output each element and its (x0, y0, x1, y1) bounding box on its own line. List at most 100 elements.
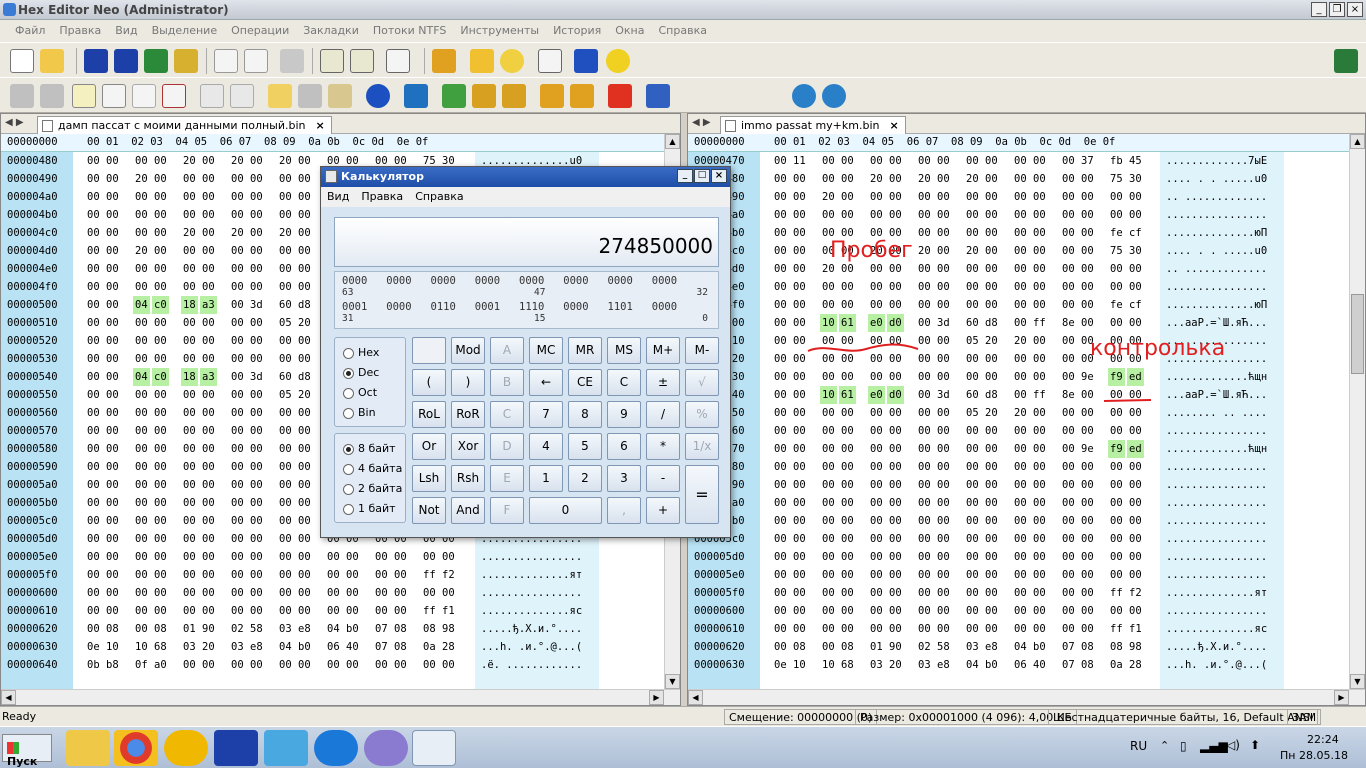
hex-byte[interactable]: 00 (1081, 314, 1094, 332)
hex-byte[interactable]: 00 (231, 422, 244, 440)
hex-byte[interactable]: 00 (279, 440, 292, 458)
hex-byte[interactable]: 00 (250, 224, 263, 242)
hex-byte[interactable]: 00 (889, 152, 902, 170)
hex-byte[interactable]: ff (1110, 620, 1123, 638)
row-ascii[interactable]: ................ (1166, 458, 1267, 476)
hex-byte[interactable]: e8 (985, 638, 998, 656)
scroll-down-icon[interactable]: ▼ (665, 674, 680, 689)
rol-key[interactable]: RoL (412, 401, 446, 428)
hex-byte[interactable]: 00 (327, 584, 340, 602)
hex-byte[interactable]: 00 (793, 314, 806, 332)
hex-byte[interactable]: 20 (918, 170, 931, 188)
jump-icon[interactable] (442, 84, 466, 108)
hex-byte[interactable]: 00 (1033, 260, 1046, 278)
hex-byte[interactable]: 90 (889, 638, 902, 656)
hex-row[interactable]: 0000054000001061e0d0003d60d800ff8e000000… (688, 386, 1349, 404)
horizontal-scrollbar[interactable]: ◀ ▶ (1, 689, 680, 705)
hex-byte[interactable]: 00 (841, 422, 854, 440)
lock-icon[interactable] (540, 84, 564, 108)
sqrt-key[interactable]: √ (685, 369, 719, 396)
undo-icon[interactable] (10, 84, 34, 108)
digit-5-key[interactable]: 5 (568, 433, 602, 460)
decimal-key[interactable]: , (607, 497, 641, 524)
hex-byte[interactable]: 00 (1081, 224, 1094, 242)
hex-byte[interactable]: 00 (279, 530, 292, 548)
hex-byte[interactable]: 00 (87, 152, 100, 170)
hex-byte[interactable]: 00 (202, 332, 215, 350)
hex-byte[interactable]: 60 (279, 368, 292, 386)
hex-byte[interactable]: 00 (183, 512, 196, 530)
hex-byte[interactable]: 00 (889, 188, 902, 206)
hex-byte[interactable]: 00 (1081, 242, 1094, 260)
hex-byte[interactable]: 00 (870, 188, 883, 206)
hex-byte[interactable]: 08 (154, 620, 167, 638)
hex-row[interactable]: 000004a000000000000000000000000000000000… (688, 206, 1349, 224)
hex-byte[interactable]: 00 (889, 206, 902, 224)
hex-byte[interactable]: 00 (1081, 530, 1094, 548)
floppy-icon[interactable] (214, 730, 258, 766)
or-key[interactable]: Or (412, 433, 446, 460)
hex-row[interactable]: 000005c000000000000000000000000000000000… (688, 530, 1349, 548)
hex-byte[interactable]: 00 (966, 224, 979, 242)
hex-byte[interactable]: 00 (231, 170, 244, 188)
explorer-icon[interactable] (66, 730, 110, 766)
hex-byte[interactable]: 00 (793, 512, 806, 530)
hex-byte[interactable]: 00 (870, 296, 883, 314)
hex-byte[interactable]: 00 (870, 152, 883, 170)
hex-byte[interactable]: f9 (1108, 368, 1125, 386)
close-button[interactable]: × (1347, 2, 1363, 17)
hex-row[interactable]: 0000058000000000000000000000000000000000… (688, 458, 1349, 476)
hex-byte[interactable]: 00 (793, 368, 806, 386)
hex-byte[interactable]: 00 (1129, 548, 1142, 566)
hex-row[interactable]: 000005f0 00 00 00 00 00 00 00 00 00 00 00 00 00 00 ff f2… (688, 584, 1349, 602)
hex-byte[interactable]: 00 (966, 584, 979, 602)
hex-byte[interactable]: 00 (375, 566, 388, 584)
hex-byte[interactable]: a3 (200, 296, 217, 314)
hex-byte[interactable]: ff (423, 566, 436, 584)
hex-byte[interactable]: 00 (841, 296, 854, 314)
hex-byte[interactable]: 00 (87, 548, 100, 566)
hex-byte[interactable]: 00 (966, 602, 979, 620)
hex-byte[interactable]: 00 (774, 296, 787, 314)
hex-byte[interactable]: 01 (870, 638, 883, 656)
hex-byte[interactable]: 00 (298, 152, 311, 170)
hex-byte[interactable]: 00 (966, 368, 979, 386)
hex-byte[interactable]: 07 (1062, 638, 1075, 656)
hex-byte[interactable]: 00 (231, 296, 244, 314)
hex-byte[interactable]: 04 (133, 296, 150, 314)
hex-byte[interactable]: 00 (1110, 566, 1123, 584)
hex-row[interactable]: 00000620 00 08 00 08 01 90 02 58 03 e8 04 b0 07 08 08 98… (688, 638, 1349, 656)
not-key[interactable]: Not (412, 497, 446, 524)
hex-byte[interactable]: 00 (966, 206, 979, 224)
hex-byte[interactable]: ed (1127, 368, 1144, 386)
row-ascii[interactable]: ..............яс (481, 602, 582, 620)
hex-byte[interactable]: 00 (937, 512, 950, 530)
hex-byte[interactable]: 00 (918, 620, 931, 638)
hex-byte[interactable]: 00 (202, 170, 215, 188)
hex-byte[interactable]: 00 (183, 170, 196, 188)
hex-byte[interactable]: 00 (918, 476, 931, 494)
hex-byte[interactable]: 00 (202, 314, 215, 332)
hex-byte[interactable]: 00 (87, 188, 100, 206)
hex-byte[interactable]: 00 (1033, 530, 1046, 548)
hex-byte[interactable]: 00 (793, 332, 806, 350)
hex-byte[interactable]: 00 (106, 152, 119, 170)
menu-tools[interactable]: Инструменты (453, 20, 546, 37)
hex-byte[interactable]: 00 (183, 548, 196, 566)
hex-e-key[interactable]: E (490, 465, 524, 492)
digit-7-key[interactable]: 7 (529, 401, 563, 428)
hex-byte[interactable]: 20 (279, 224, 292, 242)
hex-byte[interactable]: 8e (1062, 386, 1075, 404)
hex-byte[interactable]: 00 (298, 566, 311, 584)
scroll-thumb[interactable] (1351, 294, 1364, 374)
hex-byte[interactable]: 00 (774, 620, 787, 638)
hex-byte[interactable]: 00 (279, 188, 292, 206)
hex-byte[interactable]: 00 (793, 584, 806, 602)
hex-byte[interactable]: 00 (1014, 188, 1027, 206)
tab-nav-arrows-icon[interactable]: ◀ ▶ (692, 117, 711, 128)
hex-byte[interactable]: 00 (793, 224, 806, 242)
hex-byte[interactable]: 00 (889, 476, 902, 494)
hex-byte[interactable]: 00 (298, 512, 311, 530)
radio-dec[interactable]: Dec (340, 366, 379, 379)
hex-byte[interactable]: 00 (774, 440, 787, 458)
